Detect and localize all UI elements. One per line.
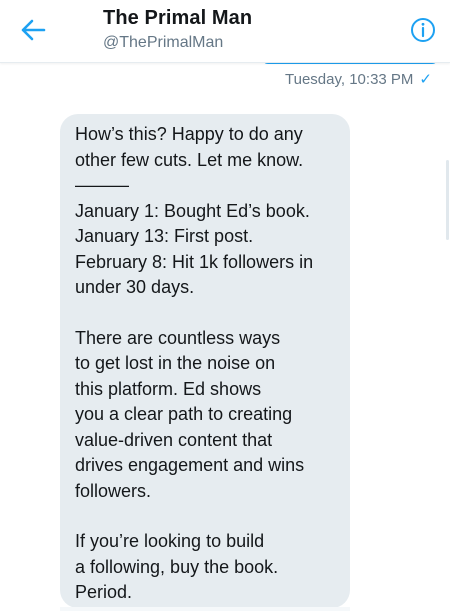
message-paragraph: How’s this? Happy to do any other few cu… xyxy=(75,124,314,297)
message-paragraph: If you’re looking to build a following, … xyxy=(75,531,279,602)
contact-name: The Primal Man xyxy=(103,7,253,29)
received-message-bubble[interactable]: How’s this? Happy to do any other few cu… xyxy=(60,114,350,608)
conversation-header: The Primal Man @ThePrimalMan xyxy=(0,0,450,63)
message-paragraph: There are countless ways to get lost in … xyxy=(75,327,305,501)
conversation-title[interactable]: The Primal Man @ThePrimalMan xyxy=(103,6,252,54)
message-timestamp: Tuesday, 10:33 PM ✓ xyxy=(285,70,432,89)
next-message-edge xyxy=(60,607,350,611)
info-button[interactable] xyxy=(408,15,438,45)
read-check-icon: ✓ xyxy=(419,71,432,88)
info-icon xyxy=(411,18,435,42)
scrollbar[interactable] xyxy=(446,160,449,240)
back-arrow-icon xyxy=(21,19,46,41)
timestamp-text: Tuesday, 10:33 PM xyxy=(285,70,414,88)
back-button[interactable] xyxy=(18,15,48,45)
contact-handle: @ThePrimalMan xyxy=(103,34,224,51)
